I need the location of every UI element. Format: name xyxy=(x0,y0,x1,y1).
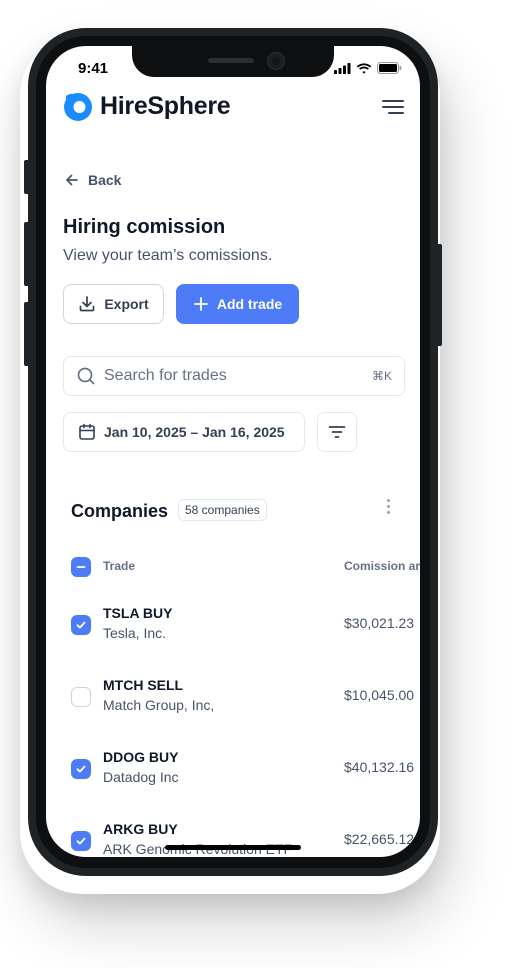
table-row[interactable]: TSLA BUY Tesla, Inc. $30,021.23 xyxy=(46,591,420,663)
dot xyxy=(386,505,390,508)
company-name: Match Group, Inc, xyxy=(103,697,215,713)
table-row[interactable]: DDOG BUY Datadog Inc $40,132.16 xyxy=(46,735,420,807)
back-label: Back xyxy=(88,172,122,188)
add-trade-label: Add trade xyxy=(216,296,283,312)
side-button-volume-down xyxy=(24,302,30,366)
speaker xyxy=(208,58,254,63)
page-title: Hiring comission xyxy=(63,216,226,238)
search-input[interactable]: Search for trades ⌘K xyxy=(63,356,405,396)
row-checkbox[interactable] xyxy=(71,759,91,779)
signal-icon xyxy=(334,62,351,74)
hiresphere-logo-icon xyxy=(64,93,92,121)
table-row[interactable]: MTCH SELL Match Group, Inc, $10,045.00 xyxy=(46,663,420,735)
add-trade-button[interactable]: Add trade xyxy=(176,284,299,324)
status-icons xyxy=(334,62,402,74)
trade-name: TSLA BUY xyxy=(103,605,173,621)
wifi-icon xyxy=(356,62,372,74)
date-range-picker[interactable]: Jan 10, 2025 – Jan 16, 2025 xyxy=(63,412,305,452)
column-header-commission[interactable]: Comission amount xyxy=(344,559,420,573)
phone-screen: 9:41 HireSphere Back Hiring comission Vi… xyxy=(46,46,420,857)
back-link[interactable]: Back xyxy=(64,172,121,188)
company-name: Tesla, Inc. xyxy=(103,625,167,641)
dot xyxy=(386,499,390,502)
arrow-left-icon xyxy=(66,174,78,186)
filter-button[interactable] xyxy=(317,412,357,452)
camera xyxy=(267,52,285,70)
check-icon xyxy=(76,765,86,773)
company-name: Datadog Inc xyxy=(103,769,179,785)
hamburger-menu-icon xyxy=(382,100,404,114)
notch xyxy=(132,46,334,77)
minus-icon xyxy=(76,566,86,568)
date-range-label: Jan 10, 2025 – Jan 16, 2025 xyxy=(104,424,285,440)
count-badge: 58 companies xyxy=(178,499,267,521)
search-icon xyxy=(77,367,95,385)
home-indicator xyxy=(165,845,301,850)
commission-amount: $40,132.16 xyxy=(344,759,415,775)
battery-icon xyxy=(377,62,402,74)
side-button-power xyxy=(436,244,442,346)
download-icon xyxy=(79,296,95,312)
brand-logo[interactable]: HireSphere xyxy=(62,90,231,122)
row-checkbox[interactable] xyxy=(71,831,91,851)
commission-amount: $22,665.12 xyxy=(344,831,415,847)
filter-lines-icon xyxy=(328,426,346,438)
trade-name: DDOG BUY xyxy=(103,749,179,765)
export-button[interactable]: Export xyxy=(63,284,164,324)
check-icon xyxy=(76,621,86,629)
side-button-silent xyxy=(24,160,30,194)
export-label: Export xyxy=(104,296,149,312)
commission-amount: $10,045.00 xyxy=(344,687,415,703)
page-subtitle: View your team’s comissions. xyxy=(63,247,273,264)
status-time: 9:41 xyxy=(78,60,109,77)
trade-name: MTCH SELL xyxy=(103,677,184,693)
check-icon xyxy=(76,837,86,845)
table-header: Trade Comission amount xyxy=(46,551,420,583)
calendar-icon xyxy=(79,423,95,440)
dot xyxy=(386,511,390,514)
plus-icon xyxy=(193,297,208,311)
commission-amount: $30,021.23 xyxy=(344,615,415,631)
row-checkbox[interactable] xyxy=(71,687,91,707)
search-placeholder: Search for trades xyxy=(104,367,227,384)
section-title: Companies xyxy=(71,501,169,521)
column-header-trade[interactable]: Trade xyxy=(103,559,135,573)
trade-name: ARKG BUY xyxy=(103,821,178,837)
hamburger-menu-button[interactable] xyxy=(382,98,404,116)
row-checkbox[interactable] xyxy=(71,615,91,635)
more-options-button[interactable] xyxy=(384,496,392,519)
select-all-checkbox[interactable] xyxy=(71,557,91,577)
search-shortcut: ⌘K xyxy=(371,369,392,383)
side-button-volume-up xyxy=(24,222,30,286)
brand-name: HireSphere xyxy=(100,91,231,120)
